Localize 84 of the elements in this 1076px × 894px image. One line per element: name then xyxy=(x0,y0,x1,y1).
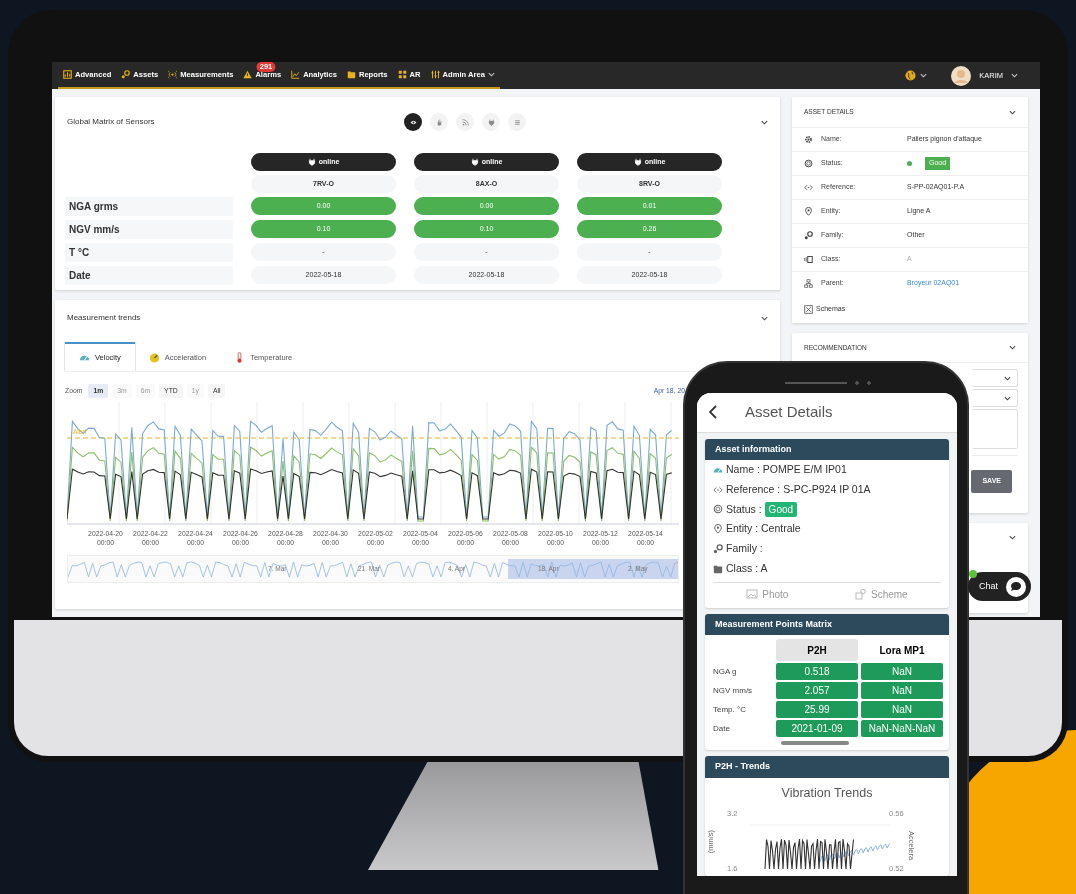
status-dot xyxy=(907,161,912,166)
ring-icon xyxy=(713,504,723,515)
hierarchy-icon xyxy=(804,279,813,288)
folder-icon xyxy=(713,563,723,574)
code-icon xyxy=(804,183,813,192)
chevron-icon xyxy=(1004,375,1011,381)
list-icon xyxy=(513,118,521,126)
scrollbar[interactable] xyxy=(781,741,849,746)
view-toggle[interactable] xyxy=(456,113,474,131)
column-header[interactable]: P2H xyxy=(776,639,858,662)
class-icon xyxy=(804,255,813,264)
value-cell: NaN xyxy=(861,682,943,700)
line-chart-icon xyxy=(291,70,301,79)
row-label: NGV mm/s xyxy=(713,685,754,698)
code-icon xyxy=(713,484,723,495)
row-label: NGA grms xyxy=(65,197,233,216)
chevron-icon[interactable] xyxy=(761,119,768,125)
info-text: Status : xyxy=(726,501,762,517)
warning-icon xyxy=(243,70,253,79)
value-cell: 0.518 xyxy=(776,663,858,681)
chevron-icon xyxy=(1011,73,1018,78)
chevron-icon xyxy=(1004,395,1011,401)
view-toggle[interactable] xyxy=(404,113,422,131)
avatar-icon xyxy=(951,65,972,86)
hand-icon xyxy=(435,118,443,126)
view-toggle[interactable] xyxy=(430,113,448,131)
column-header[interactable]: Lora MP1 xyxy=(861,639,943,662)
card-header: Asset information xyxy=(705,438,949,461)
text-area-field[interactable] xyxy=(972,409,1018,449)
chevron-icon[interactable] xyxy=(1009,345,1016,350)
location-pin-icon xyxy=(804,207,813,216)
eye-icon xyxy=(409,118,417,126)
speech-bubble-icon xyxy=(1006,576,1026,597)
status-badge: Good xyxy=(764,501,798,517)
select-field[interactable] xyxy=(972,369,1018,387)
chevron-icon[interactable] xyxy=(1009,109,1016,115)
card-header: P2H - Trends xyxy=(705,756,949,778)
row-label: Temp. °C xyxy=(713,704,747,717)
value-cell: NaN-NaN-NaN xyxy=(861,720,943,738)
grid-icon xyxy=(397,70,407,79)
rss-icon xyxy=(461,118,469,126)
chevron-icon xyxy=(920,73,928,78)
sliders-icon xyxy=(430,70,440,79)
panel-title: Global Matrix of Sensors xyxy=(67,116,156,128)
info-text: Entity : Centrale xyxy=(726,521,801,537)
camera-dots xyxy=(855,381,871,385)
value-cell: 2021-01-09 xyxy=(776,720,858,738)
card-header: Measurement Points Matrix xyxy=(705,613,949,636)
select-field[interactable] xyxy=(972,389,1018,407)
gears-icon xyxy=(713,543,723,554)
gears-icon xyxy=(804,231,813,240)
value-cell: 2.057 xyxy=(776,682,858,700)
globe-icon xyxy=(905,70,917,81)
ring-icon xyxy=(804,159,813,168)
schema-icon xyxy=(804,304,813,314)
folder-icon xyxy=(346,70,356,79)
scheme-icon xyxy=(855,588,867,601)
info-text: Name : POMPE E/M IP01 xyxy=(726,462,847,478)
location-pin-icon xyxy=(713,524,723,535)
row-label: Date xyxy=(713,723,731,736)
value-cell: NaN xyxy=(861,663,943,681)
panel-title: Measurement trends xyxy=(67,312,141,324)
info-text: Reference : S-PC-P924 IP 01A xyxy=(726,481,871,497)
settings-icon xyxy=(804,135,813,144)
chart-title: Vibration Trends xyxy=(780,784,874,802)
row-label: T °C xyxy=(65,243,233,262)
row-label: Date xyxy=(65,266,233,285)
chevron-icon[interactable] xyxy=(761,315,768,321)
gears-icon xyxy=(121,70,131,79)
screen-title: Asset Details xyxy=(745,402,833,422)
row-label: NGA g xyxy=(713,666,738,679)
image-icon xyxy=(746,588,759,601)
language-button[interactable] xyxy=(905,70,928,81)
value-cell: 25.99 xyxy=(776,701,858,719)
chevron-icon[interactable] xyxy=(1009,535,1016,540)
gauge-icon xyxy=(148,352,160,364)
info-text: Class : A xyxy=(726,560,768,576)
view-toggle[interactable] xyxy=(482,113,500,131)
signal-icon xyxy=(168,70,178,79)
back-button[interactable] xyxy=(709,405,717,420)
view-toggle[interactable] xyxy=(508,113,526,131)
value-cell: NaN xyxy=(861,701,943,719)
info-text: Family : xyxy=(726,541,763,557)
row-label: NGV mm/s xyxy=(65,220,233,239)
